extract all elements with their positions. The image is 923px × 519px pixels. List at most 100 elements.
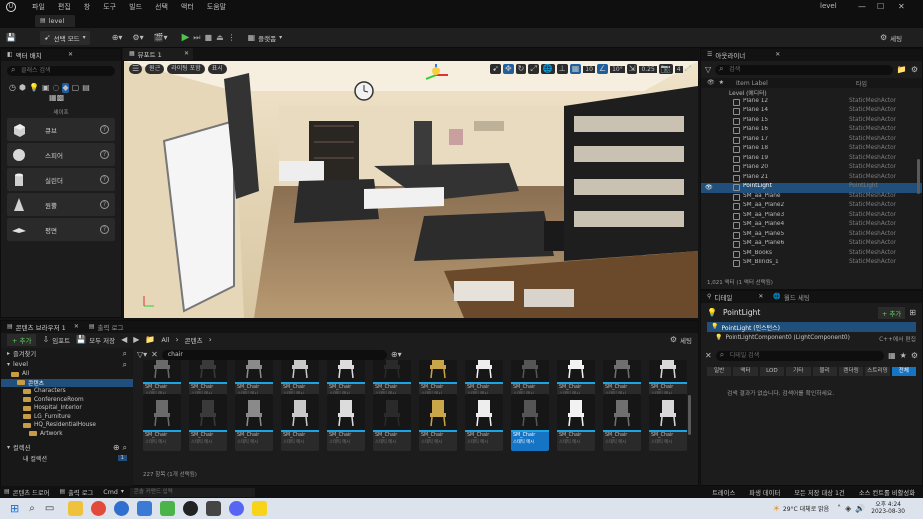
component-root-row[interactable]: 💡 PointLight (인스턴스): [707, 322, 916, 332]
class-search-input[interactable]: 클래스 검색: [7, 65, 115, 76]
asset-tile[interactable]: SM_Chair 스태틱 메시: [235, 394, 273, 451]
close-search-icon[interactable]: ✕: [705, 351, 712, 361]
viewport-option-button[interactable]: 원근: [145, 64, 165, 74]
outliner-row[interactable]: Plane 20 StaticMeshActor: [701, 164, 922, 174]
collections-row[interactable]: ▾ 컬렉션 ⊕ ⌕: [1, 442, 133, 453]
asset-scrollbar[interactable]: [688, 395, 691, 435]
rotate-icon[interactable]: ↻: [515, 64, 527, 74]
content-settings-button[interactable]: ⚙ 세팅: [670, 335, 692, 345]
blueprint-icon[interactable]: ⚙▾: [132, 33, 143, 43]
save-all-button[interactable]: 💾 모두 저장: [76, 335, 115, 345]
outliner-scrollbar[interactable]: [917, 159, 920, 194]
outliner-row[interactable]: Plane 18 StaticMeshActor: [701, 145, 922, 155]
menu-item[interactable]: 도구: [103, 2, 116, 12]
store-icon[interactable]: [137, 501, 153, 516]
outliner-row[interactable]: Plane 16 StaticMeshActor: [701, 126, 922, 136]
close-tab-icon[interactable]: ✕: [68, 50, 73, 60]
outliner-row[interactable]: 👁 PointLight PointLight: [701, 183, 922, 193]
menu-item[interactable]: 도움말: [207, 2, 226, 12]
close-tab-icon[interactable]: ✕: [758, 292, 763, 302]
search-icon[interactable]: ⌕: [123, 349, 127, 359]
translate-icon[interactable]: ✥: [502, 64, 514, 74]
maximize-icon[interactable]: ☐: [877, 2, 884, 12]
help-icon[interactable]: ?: [100, 150, 109, 159]
recent-icon[interactable]: ◷: [9, 83, 16, 93]
mode-select-button[interactable]: ➹ 선택 모드 ▾: [39, 30, 90, 45]
weather-text[interactable]: 29°C 대체로 맑음: [783, 504, 829, 513]
shape-item[interactable]: 실린더?: [7, 168, 115, 191]
unreal-taskbar-icon[interactable]: [183, 501, 199, 516]
network-icon[interactable]: ◈: [845, 504, 851, 514]
cmd-button[interactable]: Cmd ▾: [103, 487, 124, 497]
asset-tile[interactable]: SM_Chair 스태틱 메시: [281, 394, 319, 451]
add-content-icon[interactable]: ⊕▾: [112, 33, 123, 43]
filter-tab[interactable]: LOD: [759, 367, 785, 376]
level-row[interactable]: Level (에디터): [701, 88, 922, 98]
import-button[interactable]: ⇩ 임포트: [42, 335, 70, 345]
edit-in-cpp-label[interactable]: C++에서 편집: [879, 334, 916, 343]
settings-button[interactable]: ⚙ 세팅: [880, 33, 902, 43]
menu-item[interactable]: 액터: [181, 2, 194, 12]
filter-tab[interactable]: 전체: [891, 367, 916, 376]
outliner-row[interactable]: SM_Blinds_1 StaticMeshActor: [701, 259, 922, 269]
surface-snap-icon[interactable]: ⊥: [556, 64, 568, 74]
shape-item[interactable]: 평면?: [7, 218, 115, 241]
asset-tile[interactable]: SM_Chair 스태틱 메시: [603, 394, 641, 451]
menu-item[interactable]: 빌드: [129, 2, 142, 12]
close-icon[interactable]: ✕: [898, 2, 905, 12]
unsaved-button[interactable]: 모든 저장 대상 1건: [794, 488, 845, 497]
outliner-row[interactable]: Plane 12 StaticMeshActor: [701, 98, 922, 108]
filter-tab[interactable]: 액터: [733, 367, 758, 376]
folder-item[interactable]: HQ_ResidentialHouse: [1, 421, 133, 430]
property-matrix-icon[interactable]: ▦: [888, 351, 896, 361]
shapes-icon[interactable]: ◆: [62, 83, 69, 93]
back-icon[interactable]: ◀: [121, 335, 127, 345]
content-browser-tab[interactable]: 콘텐츠 브라우저 1: [16, 322, 66, 332]
outliner-row[interactable]: SM_Books StaticMeshActor: [701, 250, 922, 260]
kakaotalk-icon[interactable]: [252, 501, 268, 516]
place-actors-tab[interactable]: ◧ 액터 배치 ✕: [1, 49, 121, 61]
outliner-row[interactable]: Plane 15 StaticMeshActor: [701, 117, 922, 127]
save-search-icon[interactable]: ⊕▾: [391, 350, 402, 360]
shape-item[interactable]: 큐브?: [7, 118, 115, 141]
my-collection-row[interactable]: 내 컬렉션 1: [1, 453, 133, 463]
item-label-column[interactable]: Item Label: [736, 80, 856, 87]
component-child-row[interactable]: 💡 PointLightComponent0 (LightComponent0)…: [715, 333, 916, 343]
asset-tile[interactable]: SM_Chair 스태틱 메시: [649, 394, 687, 451]
basic-icon[interactable]: ⬢: [19, 83, 26, 93]
filter-icon[interactable]: ▽▾: [137, 350, 147, 360]
scale-snap-value[interactable]: 0.25: [639, 65, 657, 73]
folder-item[interactable]: LG_Furniture: [1, 413, 133, 422]
actor-name-field[interactable]: PointLight: [723, 308, 760, 317]
add-folder-icon[interactable]: 📁: [897, 65, 907, 75]
outliner-row[interactable]: Plane 19 StaticMeshActor: [701, 155, 922, 165]
folder-item[interactable]: ConferenceRoom: [1, 396, 133, 405]
details-search-input[interactable]: 디테일 검색: [715, 350, 885, 361]
derived-data-button[interactable]: 파생 데이터: [749, 488, 780, 497]
menu-item[interactable]: 선택: [155, 2, 168, 12]
details-settings-icon[interactable]: ⚙: [911, 351, 918, 361]
platforms-button[interactable]: ▦ 플랫폼 ▾: [248, 33, 283, 43]
help-icon[interactable]: ?: [100, 175, 109, 184]
outliner-row[interactable]: SM_aa_Plane6 StaticMeshActor: [701, 240, 922, 250]
play-icon[interactable]: ▶: [182, 32, 190, 43]
volumes-icon[interactable]: ▢: [72, 83, 80, 93]
shape-item[interactable]: 원뿔?: [7, 193, 115, 216]
grid-snap-icon[interactable]: ▦: [569, 64, 582, 74]
outliner-row[interactable]: SM_aa_Plane4 StaticMeshActor: [701, 221, 922, 231]
shape-item[interactable]: 스피어?: [7, 143, 115, 166]
breadcrumb-content[interactable]: 콘텐츠: [185, 335, 203, 345]
folder-item[interactable]: 콘텐츠: [1, 378, 133, 387]
file-explorer-icon[interactable]: [68, 501, 84, 516]
add-button[interactable]: + 추가: [7, 334, 37, 346]
outliner-row[interactable]: Plane 14 StaticMeshActor: [701, 107, 922, 117]
volume-icon[interactable]: 🔊: [855, 504, 865, 514]
breadcrumb-all[interactable]: All: [161, 336, 169, 344]
edge-icon[interactable]: [114, 501, 130, 516]
help-icon[interactable]: ?: [100, 125, 109, 134]
asset-tile[interactable]: SM_Chair 스태틱 메시: [419, 394, 457, 451]
save-icon[interactable]: 💾: [6, 33, 16, 43]
search-icon[interactable]: ⌕: [123, 360, 127, 370]
viewport-menu-icon[interactable]: ☰: [129, 64, 143, 74]
discord-icon[interactable]: [229, 501, 245, 516]
